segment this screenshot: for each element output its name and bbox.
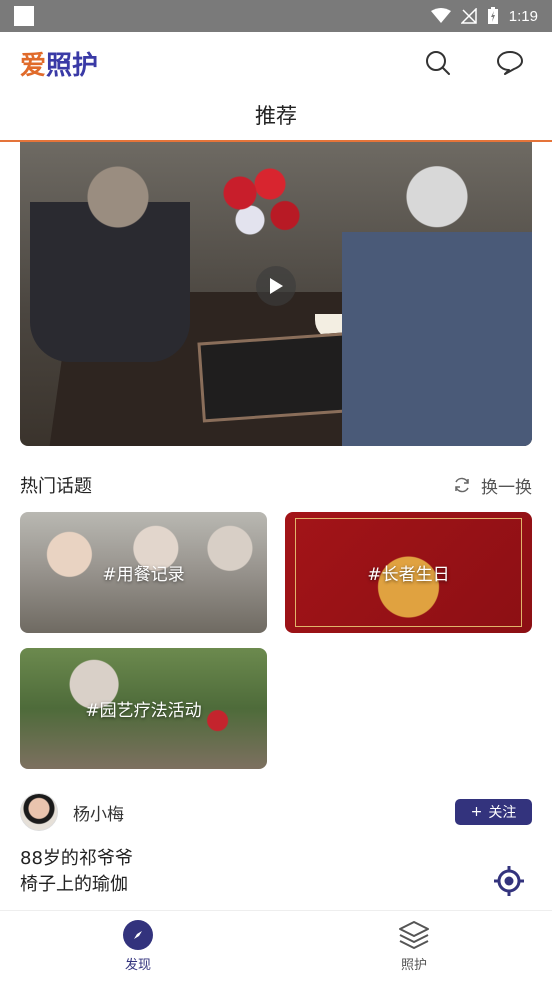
topic-card-meal[interactable]: #用餐记录 — [20, 512, 267, 633]
refresh-label: 换一换 — [481, 477, 532, 498]
app-bar-actions — [424, 49, 532, 77]
play-button[interactable] — [256, 266, 296, 306]
compass-icon — [123, 919, 153, 950]
video-scene-flowers — [210, 157, 310, 247]
featured-video[interactable] — [20, 142, 532, 446]
logo-part-1: 爱 — [20, 50, 47, 81]
follow-button[interactable]: + 关注 — [455, 799, 532, 825]
topic-label: #长者生日 — [367, 565, 450, 585]
nav-item-discover[interactable]: 发现 — [0, 911, 276, 981]
topic-label: #用餐记录 — [102, 565, 185, 585]
layers-icon — [399, 920, 429, 949]
follow-label: 关注 — [488, 805, 517, 821]
app-bar: 爱照护 — [0, 32, 552, 94]
video-scene-tray — [197, 331, 363, 423]
plus-icon: + — [470, 804, 483, 820]
post-text-line-1: 88岁的祁爷爷 — [20, 848, 133, 869]
video-scene-person-right — [342, 142, 532, 446]
screen: 1:19 爱照护 推荐 热门话题 换一换 #用餐记录 #长者生日 #园艺疗法活动… — [0, 0, 552, 981]
signal-icon — [460, 8, 477, 24]
notification-icon — [14, 6, 34, 26]
nav-label-care: 照护 — [400, 957, 427, 973]
chat-bubble-icon — [497, 51, 523, 75]
tab-recommended[interactable]: 推荐 — [255, 94, 297, 140]
hot-topics-title: 热门话题 — [20, 476, 92, 497]
avatar[interactable] — [20, 793, 58, 831]
tab-bar: 推荐 — [0, 94, 552, 142]
bottom-nav: 发现 照护 — [0, 910, 552, 981]
refresh-topics-button[interactable]: 换一换 — [453, 473, 532, 498]
logo-part-2: 照护 — [46, 50, 99, 81]
status-bar: 1:19 — [0, 0, 552, 32]
post-author: 杨小梅 + 关注 — [20, 792, 532, 832]
message-button[interactable] — [496, 49, 524, 77]
play-icon — [270, 278, 283, 294]
nav-label-discover: 发现 — [124, 957, 151, 973]
status-icons: 1:19 — [430, 7, 538, 25]
target-icon — [494, 866, 524, 896]
refresh-icon — [455, 477, 469, 493]
topic-label: #园艺疗法活动 — [85, 701, 202, 721]
wifi-icon — [430, 8, 451, 23]
author-name[interactable]: 杨小梅 — [73, 800, 124, 825]
app-logo: 爱照护 — [20, 45, 98, 82]
hot-topics-header: 热门话题 换一换 — [20, 470, 532, 500]
post-text-line-2: 椅子上的瑜伽 — [20, 874, 128, 895]
search-icon — [426, 51, 450, 75]
search-button[interactable] — [424, 49, 452, 77]
nav-item-care[interactable]: 照护 — [276, 911, 552, 981]
topic-card-birthday[interactable]: #长者生日 — [285, 512, 532, 633]
video-scene-person-left — [30, 142, 190, 362]
post-text[interactable]: 88岁的祁爷爷 椅子上的瑜伽 — [20, 846, 460, 898]
battery-icon — [487, 7, 498, 24]
topic-card-gardening[interactable]: #园艺疗法活动 — [20, 648, 267, 769]
locate-button[interactable] — [493, 865, 525, 897]
status-time: 1:19 — [508, 7, 538, 25]
